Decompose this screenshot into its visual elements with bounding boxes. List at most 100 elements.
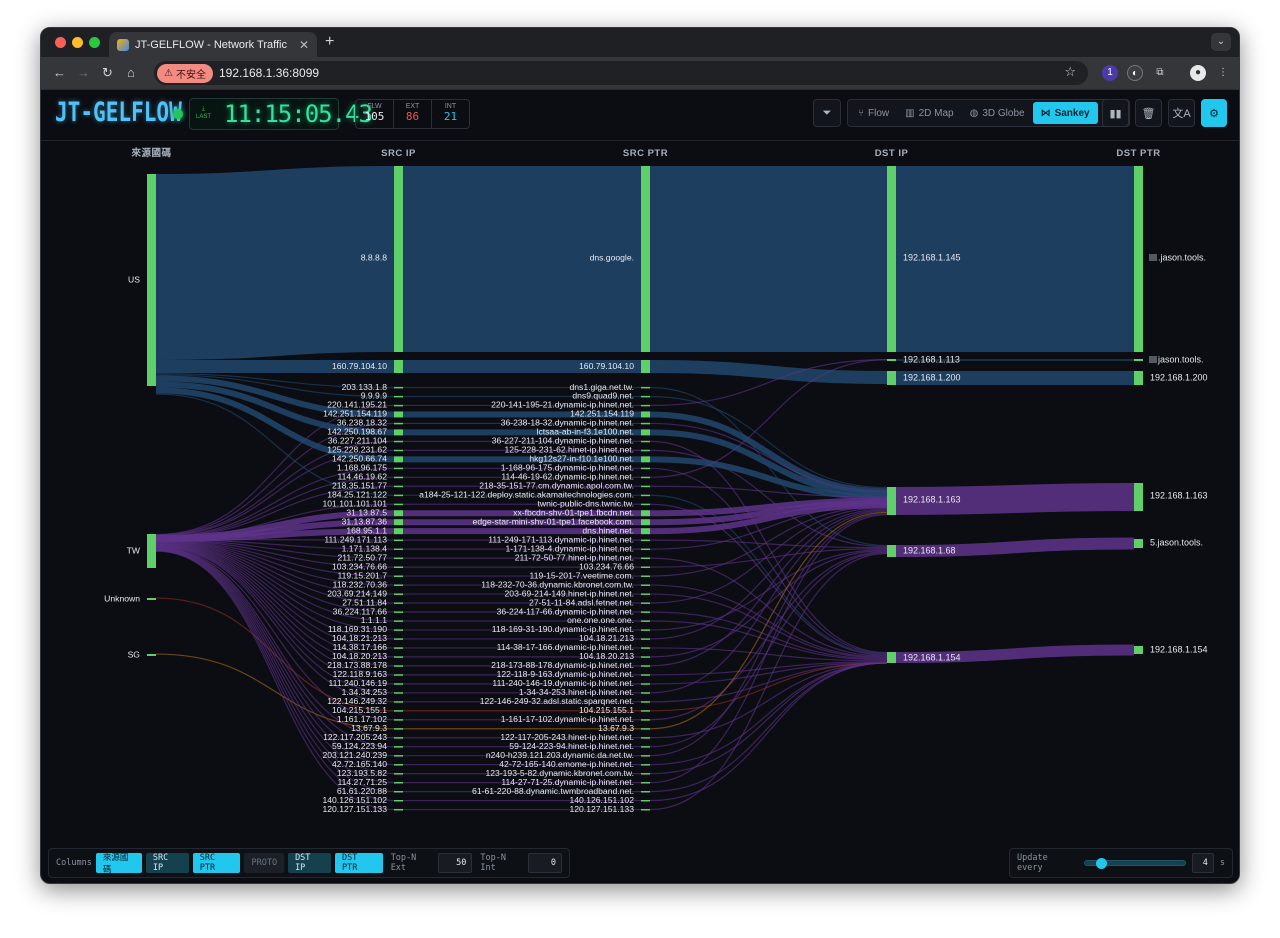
view-sankey-button[interactable]: ⋈ Sankey [1032, 102, 1098, 124]
toggle-proto-column[interactable]: PROTO [244, 853, 285, 873]
src-ip-node [394, 485, 403, 488]
globe-icon: ◍ [969, 107, 979, 119]
src-ptr-node [641, 404, 650, 407]
src-ptr-node [641, 799, 650, 802]
src-ip-node [394, 528, 403, 535]
profile-avatar[interactable]: ● [1190, 65, 1206, 81]
minimize-window-button[interactable] [72, 37, 83, 48]
slider-knob[interactable] [1095, 858, 1107, 869]
topn-int-input[interactable]: 0 [527, 853, 562, 873]
stat-label: FLW [367, 103, 382, 110]
update-interval-control: Update every 4 s [1009, 848, 1233, 878]
dst-ip-node [887, 166, 896, 352]
extension-icon[interactable]: 1 [1102, 65, 1118, 81]
src-ptr-node [641, 620, 650, 622]
back-icon[interactable]: ← [53, 65, 66, 80]
stat-value: 86 [405, 110, 420, 123]
src-ptr-node [641, 808, 650, 811]
columns-toolbar: Columns 來源國碼 SRC IP SRC PTR PROTO DST IP… [48, 848, 570, 878]
src-ptr-node [641, 494, 650, 497]
src-ptr-node [641, 456, 650, 463]
src-ptr-node [641, 528, 650, 535]
extension-badge: 1 [1107, 67, 1113, 78]
view-3d-globe-button[interactable]: ◍ 3D Globe [962, 102, 1033, 124]
src-ip-node [394, 166, 403, 352]
src-ip-node [394, 638, 403, 640]
close-window-button[interactable] [55, 37, 66, 48]
view-2d-map-button[interactable]: ▥ 2D Map [897, 102, 961, 124]
home-icon[interactable]: ⌂ [127, 65, 135, 80]
toggle-src-ptr-column[interactable]: SRC PTR [192, 853, 241, 873]
src-ptr-node [641, 539, 650, 542]
redacted-block [1149, 254, 1157, 261]
browser-window: JT-GELFLOW - Network Traffic ✕ + ⌄ ← → ↻… [40, 27, 1240, 884]
browser-menu-icon[interactable]: ⋮ [1215, 65, 1231, 81]
toggle-dst-ptr-column[interactable]: DST PTR [334, 853, 383, 873]
src-ip-node [394, 737, 403, 739]
toggle-country-column[interactable]: 來源國碼 [95, 853, 142, 875]
src-ptr-node [641, 166, 650, 352]
view-flow-button[interactable]: ⑂ Flow [850, 102, 897, 124]
src-ptr-node [641, 755, 650, 757]
update-unit: s [1219, 858, 1225, 868]
src-ptr-node [641, 746, 650, 748]
topn-int-label: Top-N Int [480, 853, 506, 873]
toggle-src-ip-column[interactable]: SRC IP [145, 853, 189, 873]
translate-icon: 文A [1172, 108, 1191, 120]
view-label: Sankey [1054, 107, 1090, 119]
column-header: DST PTR [1116, 148, 1160, 159]
browser-tab[interactable]: JT-GELFLOW - Network Traffic ✕ [109, 32, 317, 57]
address-bar[interactable]: ⚠ 不安全 192.168.1.36:8099 ☆ [154, 61, 1088, 85]
country-label: Unknown [104, 593, 140, 603]
forward-icon[interactable]: → [77, 65, 90, 80]
last-update-clock: ⤓ LAST 11:15:05.43 [189, 98, 373, 130]
src-ip-node [394, 440, 403, 443]
dst-ptr-node [1134, 359, 1143, 361]
src-ptr-node [641, 692, 650, 694]
src-ptr-node [641, 519, 650, 526]
live-status-indicator [173, 109, 183, 119]
src-ptr-node [641, 422, 650, 425]
settings-button[interactable]: ⚙ [1201, 99, 1227, 127]
src-ip-node [394, 449, 403, 452]
reload-icon[interactable]: ↻ [102, 65, 113, 81]
bookmark-star-icon[interactable]: ☆ [1064, 64, 1076, 80]
favicon-icon [117, 38, 129, 51]
sankey-panel: 來源國碼 SRC IP SRC PTR DST IP DST PTR US TW Unknow… [41, 141, 1239, 833]
src-ip-node [394, 620, 403, 622]
src-ptr-node [641, 557, 650, 560]
extensions-puzzle-icon[interactable]: ⧉ [1152, 65, 1168, 81]
src-ip-node [394, 404, 403, 407]
topn-ext-input[interactable]: 50 [438, 853, 473, 873]
src-ip-node [394, 701, 403, 703]
update-interval-slider[interactable] [1083, 858, 1187, 869]
privacy-extension-icon[interactable]: ◐ [1127, 65, 1143, 81]
tab-bar: JT-GELFLOW - Network Traffic ✕ + ⌄ [41, 28, 1239, 57]
src-ip-node [394, 611, 403, 613]
new-tab-button[interactable]: + [325, 33, 334, 51]
src-ptr-node [641, 719, 650, 721]
filter-button[interactable]: ⏷ [813, 99, 841, 127]
zoom-window-button[interactable] [89, 37, 100, 48]
src-ip-label: 8.8.8.8 [361, 252, 388, 262]
translate-button[interactable]: 文A [1168, 99, 1195, 127]
tab-search-icon[interactable]: ⌄ [1211, 33, 1231, 51]
clear-button[interactable]: 🗑 [1135, 99, 1162, 127]
flow-stats: FLW 105 EXT 86 INT 21 [355, 99, 470, 129]
src-ip-label: 160.79.104.10 [332, 361, 387, 371]
src-ip-node [394, 566, 403, 568]
sankey-link [155, 166, 395, 360]
dst-ip-label: 192.168.1.200 [903, 372, 961, 382]
update-interval-value[interactable]: 4 [1192, 853, 1214, 873]
dst-ip-node [887, 487, 896, 515]
view-label: 2D Map [918, 107, 954, 119]
tab-title: JT-GELFLOW - Network Traffic [135, 38, 287, 51]
src-ptr-node [641, 449, 650, 452]
pause-button[interactable]: ▮▮ [1102, 99, 1129, 127]
close-tab-icon[interactable]: ✕ [299, 38, 309, 52]
view-switcher: ⑂ Flow ▥ 2D Map ◍ 3D Globe ⋈ Sankey [847, 99, 1130, 127]
column-header: SRC PTR [623, 148, 668, 159]
security-chip[interactable]: ⚠ 不安全 [157, 63, 213, 83]
toggle-dst-ip-column[interactable]: DST IP [288, 853, 331, 873]
src-ptr-node [641, 674, 650, 676]
